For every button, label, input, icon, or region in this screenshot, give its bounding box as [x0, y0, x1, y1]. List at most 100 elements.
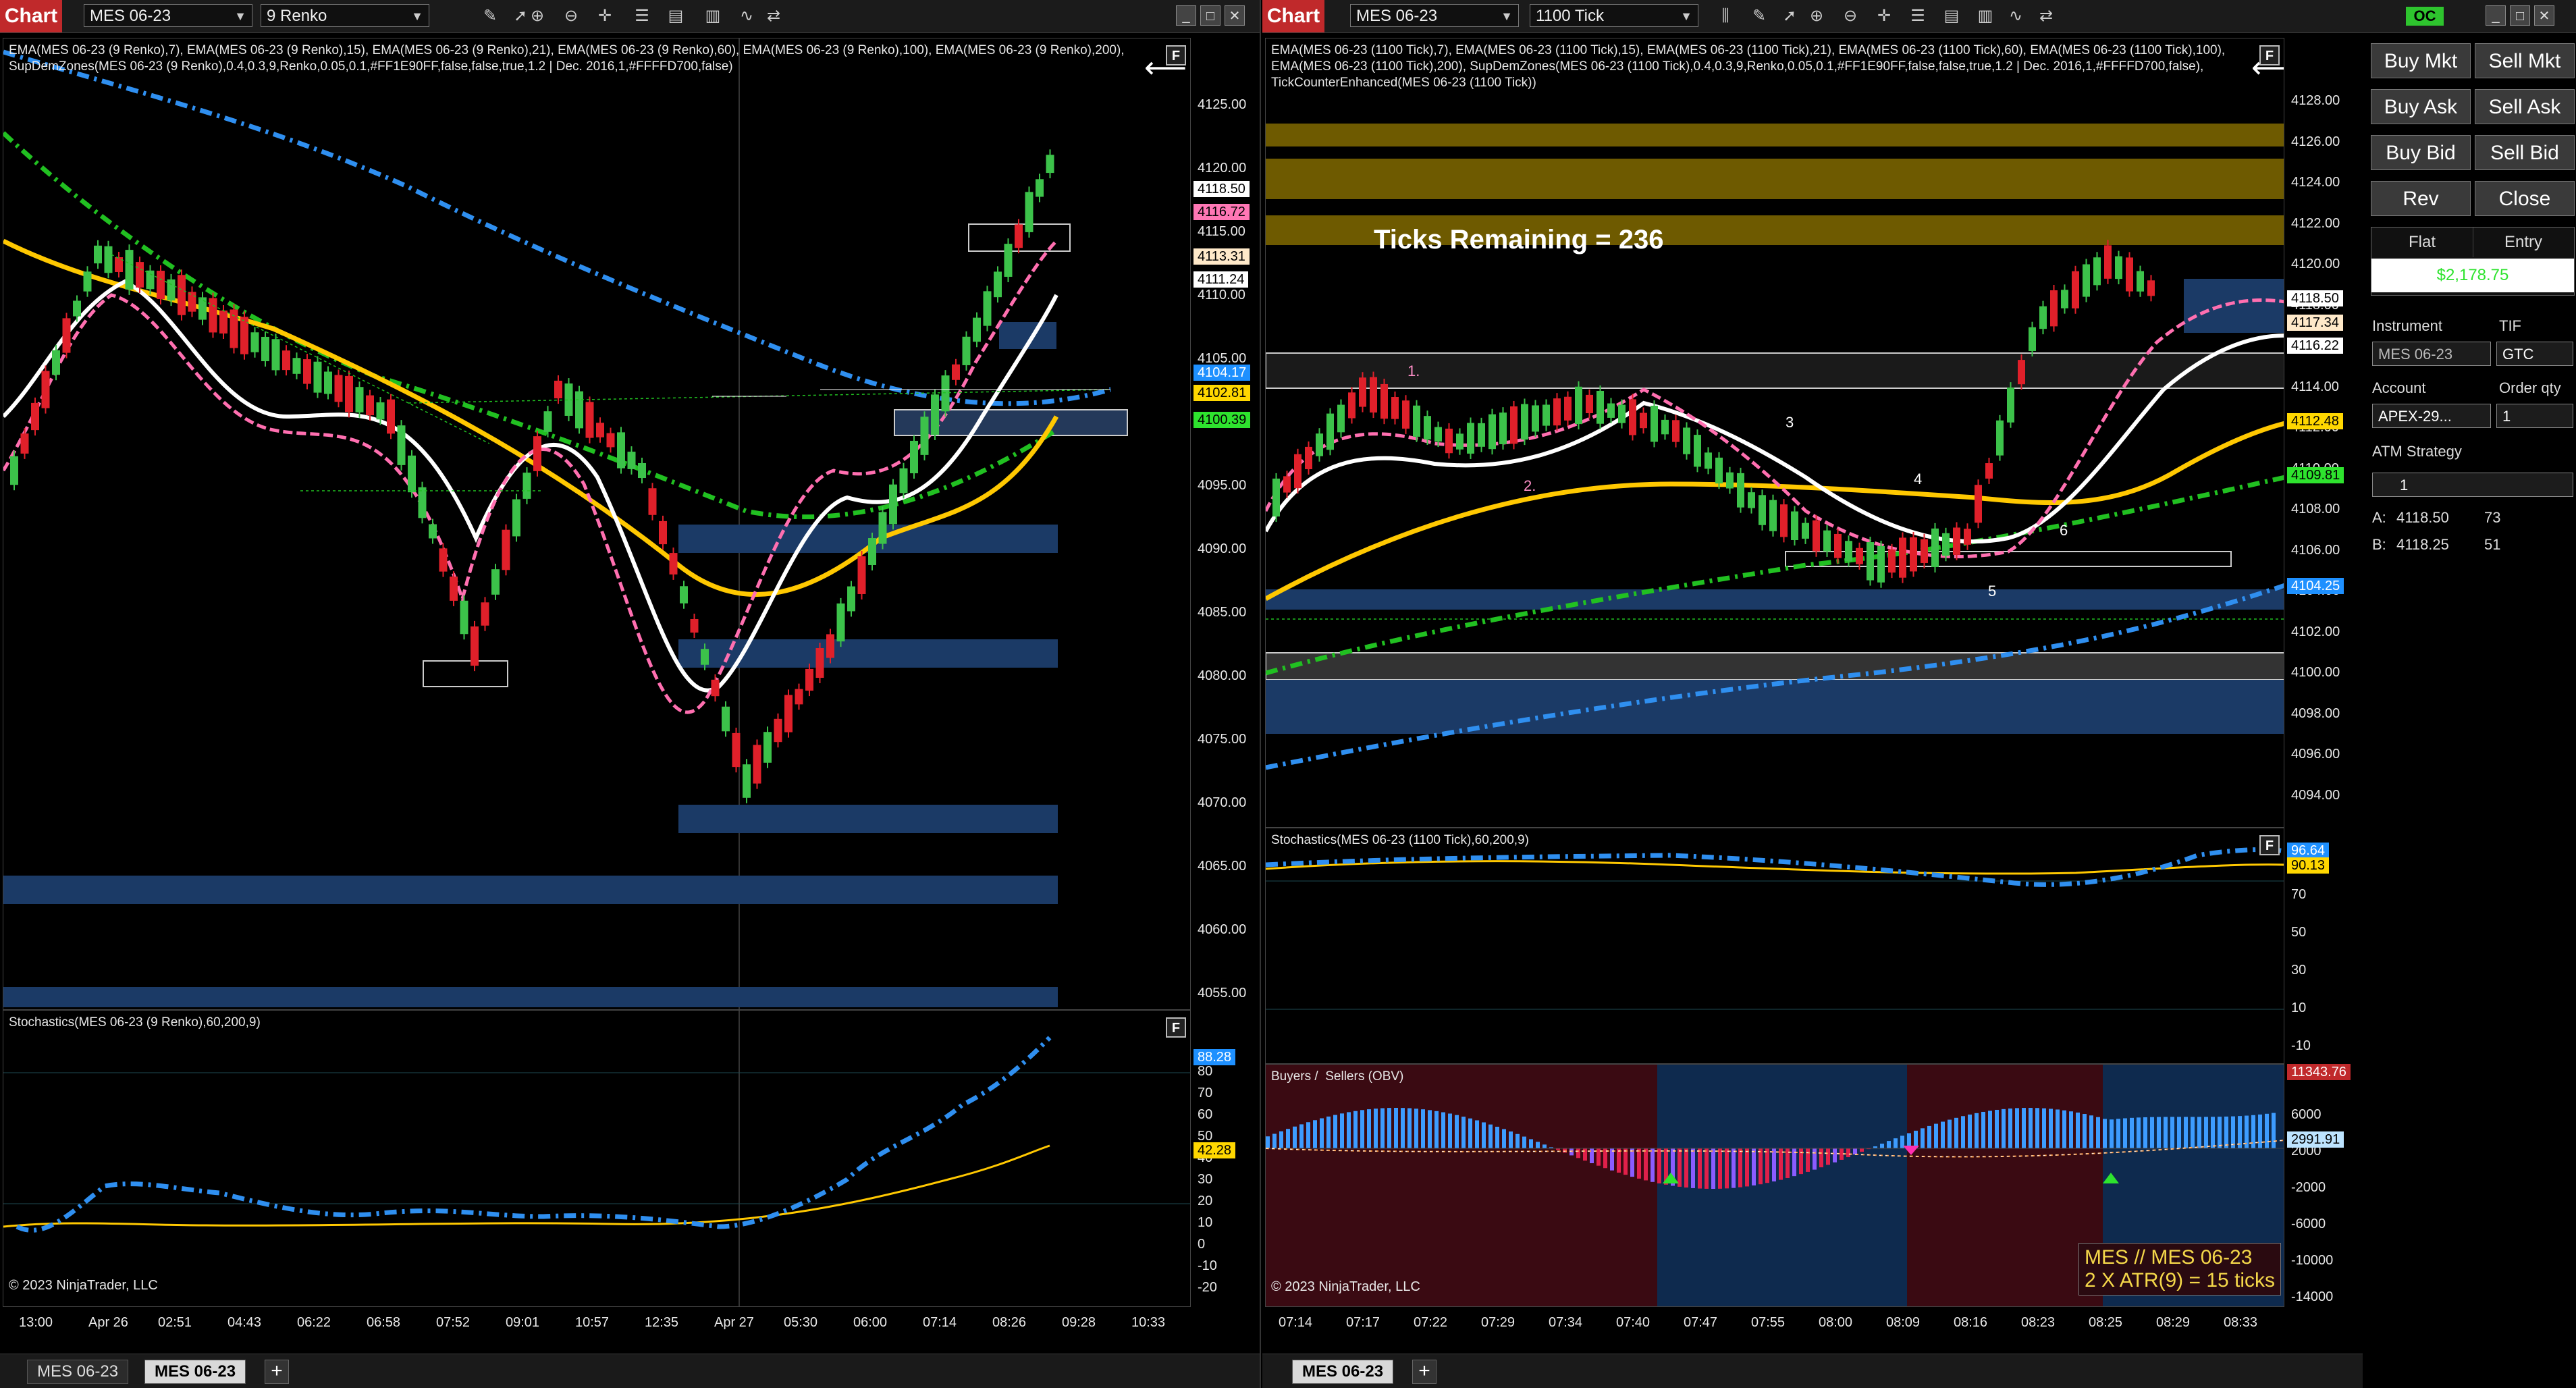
left-bartype-selector[interactable]: 9 Renko ▼	[261, 4, 429, 27]
zoom-in-icon[interactable]: ⊕	[1806, 5, 1827, 27]
add-tab-button[interactable]: +	[1412, 1360, 1437, 1384]
right-price-panel[interactable]: ⟵ EMA(MES 06-23 (1100 Tick),7), EMA(MES …	[1265, 38, 2284, 828]
obv-bar	[1678, 1148, 1682, 1187]
properties-icon[interactable]: ☰	[631, 5, 653, 27]
zoom-out-icon[interactable]: ⊖	[560, 5, 582, 27]
wave-label: 4	[1914, 471, 1923, 487]
sell-bid-button[interactable]: Sell Bid	[2475, 135, 2575, 170]
tab-mes-2[interactable]: MES 06-23	[144, 1360, 246, 1384]
right-stoch-plot	[1266, 847, 2284, 1010]
price-marker-label: 4116.72	[1193, 204, 1250, 220]
stoch-k-line	[16, 1036, 1052, 1233]
left-close-button[interactable]: ✕	[1225, 5, 1245, 26]
crosshair-icon[interactable]: ✛	[1873, 5, 1895, 27]
stoch-d-line	[1266, 860, 2284, 875]
tif-select[interactable]: GTC	[2496, 342, 2573, 366]
axis-tick-label: 10	[1198, 1215, 1213, 1230]
right-obv-panel[interactable]: Buyers / Sellers (OBV) MES // MES 06-23 …	[1265, 1064, 2284, 1307]
obv-bar	[1428, 1110, 1432, 1148]
time-tick-label: 07:14	[1279, 1315, 1313, 1330]
crosshair-icon[interactable]: ✛	[594, 5, 616, 27]
account-select[interactable]: APEX-29...	[2372, 404, 2491, 428]
right-copyright: © 2023 NinjaTrader, LLC	[1271, 1279, 1420, 1294]
right-obv-axis[interactable]: 6000 2000 -2000 -6000 -10000 -14000 11343.76 2…	[2284, 1064, 2352, 1307]
wave-label: 6	[2060, 522, 2068, 539]
right-chart-menu-button[interactable]: Chart	[1262, 0, 1324, 32]
bar-style-icon[interactable]: ⫼	[1715, 5, 1736, 27]
atm-strategy-select[interactable]: 1	[2372, 473, 2573, 497]
close-position-button[interactable]: Close	[2475, 181, 2575, 216]
sell-ask-button[interactable]: Sell Ask	[2475, 89, 2575, 124]
order-qty-input[interactable]: 1	[2496, 404, 2573, 428]
indicators-icon[interactable]: ▥	[1975, 5, 1996, 27]
strategies-icon[interactable]: ∿	[2005, 5, 2027, 27]
instrument-select[interactable]: MES 06-23	[2372, 342, 2491, 366]
oc-indicator[interactable]: OC	[2406, 7, 2444, 26]
axis-tick-label: 4100.00	[2291, 665, 2340, 680]
indicators-icon[interactable]: ▥	[702, 5, 724, 27]
axis-tick-label: 70	[2291, 887, 2307, 902]
right-format-button[interactable]: F	[2259, 45, 2280, 65]
obv-bar	[1975, 1113, 1979, 1148]
left-chart-menu-button[interactable]: Chart	[0, 0, 62, 32]
left-stoch-format-button[interactable]: F	[1166, 1017, 1186, 1038]
strategies-icon[interactable]: ∿	[736, 5, 757, 27]
cursor-icon[interactable]: ➚	[1779, 5, 1800, 27]
left-stochastics-panel[interactable]: Stochastics(MES 06-23 (9 Renko),60,200,9…	[3, 1010, 1191, 1307]
axis-tick-label: -6000	[2291, 1217, 2326, 1231]
chart-trader-icon[interactable]: ⇄	[2035, 5, 2057, 27]
obv-bar	[2103, 1119, 2107, 1148]
zoom-out-icon[interactable]: ⊖	[1840, 5, 1861, 27]
right-bartype-selector[interactable]: 1100 Tick ▼	[1530, 4, 1698, 27]
left-price-panel[interactable]: ⟵ EMA(MES 06-23 (9 Renko),7), EMA(MES 06…	[3, 38, 1191, 1010]
left-minimize-button[interactable]: _	[1176, 5, 1196, 26]
obv-bar	[1448, 1113, 1452, 1148]
price-marker-label: 4104.17	[1193, 365, 1251, 381]
data-box-icon[interactable]: ▤	[1941, 5, 1962, 27]
price-marker-label: 4109.81	[2287, 467, 2344, 483]
right-stochastics-panel[interactable]: Stochastics(MES 06-23 (1100 Tick),60,200…	[1265, 828, 2284, 1064]
right-stoch-axis[interactable]: 70 50 30 10 -10 96.64 90.13	[2284, 828, 2352, 1064]
obv-bar	[1860, 1148, 1864, 1152]
add-tab-button[interactable]: +	[265, 1360, 289, 1384]
right-price-axis[interactable]: 4128.00 4126.00 4124.00 4122.00 4120.00 4118.…	[2284, 38, 2352, 828]
pencil-draw-icon[interactable]: ✎	[1748, 5, 1770, 27]
pencil-draw-icon[interactable]: ✎	[479, 5, 501, 27]
left-instrument-selector[interactable]: MES 06-23 ▼	[84, 4, 252, 27]
properties-icon[interactable]: ☰	[1907, 5, 1929, 27]
chart-trader-icon[interactable]: ⇄	[763, 5, 784, 27]
buy-ask-button[interactable]: Buy Ask	[2371, 89, 2471, 124]
ask-size: 73	[2484, 509, 2501, 526]
left-stoch-axis[interactable]: 80706050403020100-10-20 88.2842.28	[1191, 1010, 1260, 1307]
axis-tick-label: 4108.00	[2291, 502, 2340, 516]
tab-mes-right[interactable]: MES 06-23	[1292, 1360, 1394, 1384]
left-maximize-button[interactable]: □	[1200, 5, 1220, 26]
obv-bar	[1988, 1111, 1992, 1148]
left-stoch-title: Stochastics(MES 06-23 (9 Renko),60,200,9…	[9, 1015, 261, 1030]
right-bartype-value: 1100 Tick	[1536, 7, 1604, 25]
obv-bar	[1347, 1112, 1351, 1148]
sell-market-button[interactable]: Sell Mkt	[2475, 43, 2575, 78]
zoom-in-icon[interactable]: ⊕	[527, 5, 548, 27]
right-stoch-format-button[interactable]: F	[2259, 835, 2280, 855]
right-close-button[interactable]: ✕	[2534, 5, 2554, 26]
obv-bar	[2184, 1117, 2188, 1148]
buy-market-button[interactable]: Buy Mkt	[2371, 43, 2471, 78]
left-time-axis[interactable]: 13:00 Apr 26 02:51 04:43 06:22 06:58 07:52 09:0…	[3, 1307, 1191, 1341]
obv-bar	[2008, 1108, 2012, 1148]
obv-bar	[1637, 1148, 1641, 1179]
reverse-button[interactable]: Rev	[2371, 181, 2471, 216]
buy-bid-button[interactable]: Buy Bid	[2371, 135, 2471, 170]
tab-mes-1[interactable]: MES 06-23	[27, 1360, 129, 1384]
right-maximize-button[interactable]: □	[2510, 5, 2530, 26]
right-minimize-button[interactable]: _	[2486, 5, 2506, 26]
obv-bar	[2272, 1113, 2276, 1148]
right-instrument-selector[interactable]: MES 06-23 ▼	[1350, 4, 1519, 27]
left-price-axis[interactable]: 4125.004120.004115.004110.004105.004100.…	[1191, 38, 1260, 1010]
demand-zone	[3, 987, 1058, 1007]
left-format-button[interactable]: F	[1166, 45, 1186, 65]
right-obv-title: Buyers / Sellers (OBV)	[1271, 1069, 1404, 1084]
right-time-axis[interactable]: 07:14 07:17 07:22 07:29 07:34 07:40 07:47 07:55…	[1265, 1307, 2284, 1341]
time-tick-label: 05:30	[784, 1315, 818, 1330]
data-box-icon[interactable]: ▤	[665, 5, 687, 27]
